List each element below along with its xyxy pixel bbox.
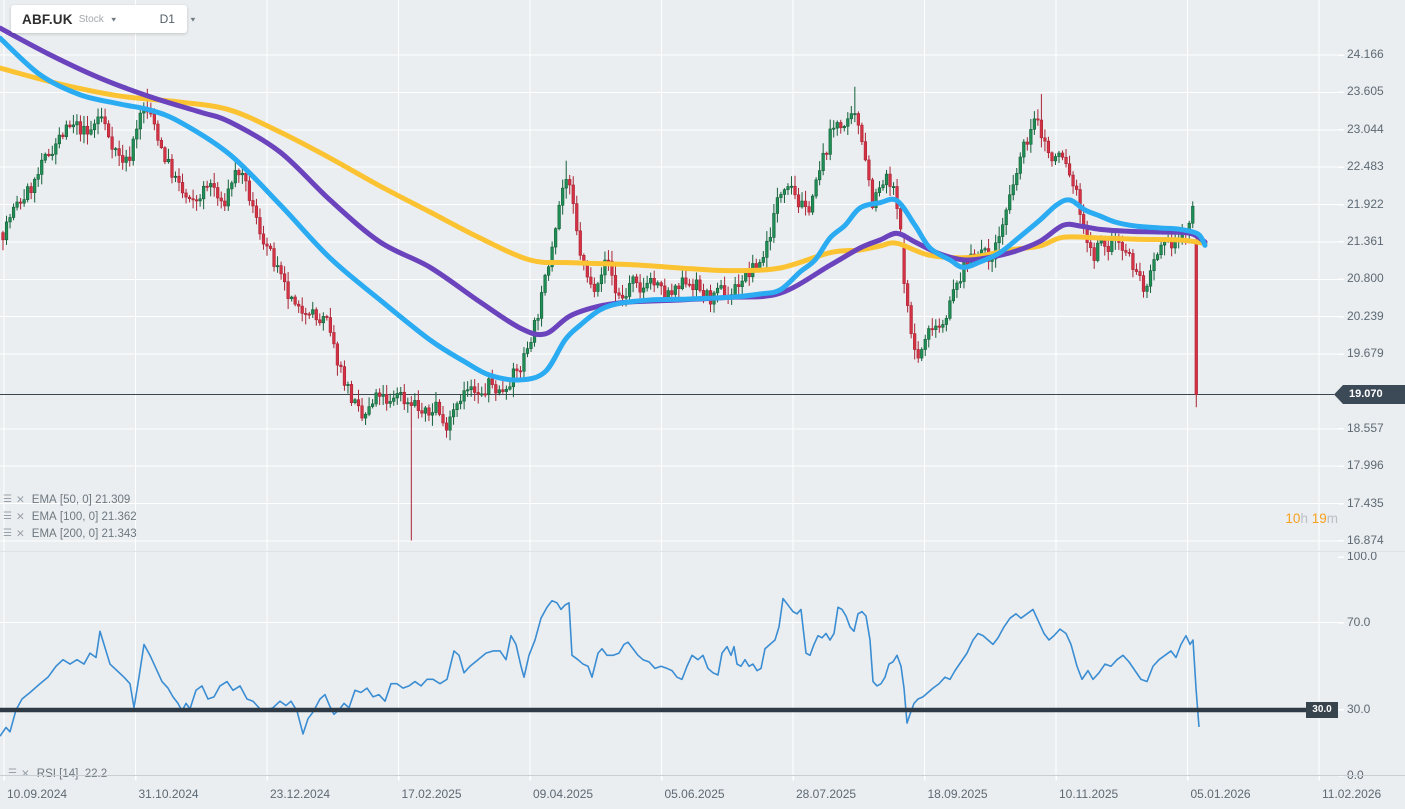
indicator-remove-icon[interactable]: ✕ <box>16 494 25 505</box>
gridlines <box>0 0 1338 776</box>
ema50-legend-row: ☰ ✕ EMA [50, 0] 21.309 <box>3 491 137 508</box>
chevron-down-icon: ▼ <box>109 15 118 23</box>
countdown-minutes-unit: m <box>1326 511 1338 526</box>
symbol-dropdown[interactable]: ABF.UK Stock ▼ <box>11 5 126 33</box>
symbol-label: ABF.UK <box>22 11 73 27</box>
rsi-legend-row: ☰ ✕ RSI [14] 22.2 <box>8 765 107 782</box>
countdown-hours: 10 <box>1285 511 1301 526</box>
timeframe-label: D1 <box>159 12 175 26</box>
indicator-value: 21.362 <box>101 510 137 523</box>
candle-countdown: 10h 19m <box>1218 511 1338 526</box>
pane-divider[interactable] <box>0 551 1405 552</box>
ema-legend: ☰ ✕ EMA [50, 0] 21.309 ☰ ✕ EMA [100, 0] … <box>3 491 137 542</box>
indicator-value: 22.2 <box>84 767 108 780</box>
current-price-badge: 19.070 <box>1334 385 1405 404</box>
indicator-value: 21.309 <box>95 493 131 506</box>
ema200-legend-row: ☰ ✕ EMA [200, 0] 21.343 <box>3 525 137 542</box>
indicator-remove-icon[interactable]: ✕ <box>16 511 25 522</box>
indicator-name: EMA <box>31 510 57 523</box>
indicator-params: [100, 0] <box>59 510 99 523</box>
price-chart-canvas[interactable] <box>0 0 1405 809</box>
instrument-type-label: Stock <box>78 13 104 25</box>
indicator-settings-icon[interactable]: ☰ <box>8 768 17 779</box>
indicator-value: 21.343 <box>101 527 137 540</box>
indicator-name: RSI <box>36 767 56 780</box>
axis-ticks <box>3 54 1344 781</box>
ema-50-line <box>0 35 1208 383</box>
ema-200-line <box>0 65 1208 274</box>
indicator-params: [200, 0] <box>59 527 99 540</box>
trading-chart-window: 24.166 23.605 23.044 22.483 21.922 21.361 20.8… <box>0 0 1405 809</box>
countdown-minutes: 19 <box>1307 511 1327 526</box>
indicator-name: EMA <box>31 527 57 540</box>
countdown-hours-unit: h <box>1300 511 1308 526</box>
rsi-threshold-badge: 30.0 <box>1306 702 1338 718</box>
ema100-legend-row: ☰ ✕ EMA [100, 0] 21.362 <box>3 508 137 525</box>
ema-100-line <box>0 25 1208 338</box>
candlestick-series <box>1 86 1198 541</box>
indicator-remove-icon[interactable]: ✕ <box>16 528 25 539</box>
instrument-selector: ABF.UK Stock ▼ D1 ▼ <box>11 5 197 33</box>
indicator-settings-icon[interactable]: ☰ <box>3 511 12 522</box>
indicator-params: [14] <box>59 767 79 780</box>
chevron-down-icon: ▼ <box>188 15 197 23</box>
indicator-name: EMA <box>31 493 57 506</box>
indicator-settings-icon[interactable]: ☰ <box>3 528 12 539</box>
indicator-settings-icon[interactable]: ☰ <box>3 494 12 505</box>
indicator-remove-icon[interactable]: ✕ <box>21 768 30 779</box>
rsi-legend: ☰ ✕ RSI [14] 22.2 <box>8 765 107 782</box>
timeframe-dropdown[interactable]: D1 ▼ <box>154 5 203 33</box>
indicator-params: [50, 0] <box>59 493 92 506</box>
axis-divider <box>0 775 1405 776</box>
rsi-line <box>0 597 1200 737</box>
